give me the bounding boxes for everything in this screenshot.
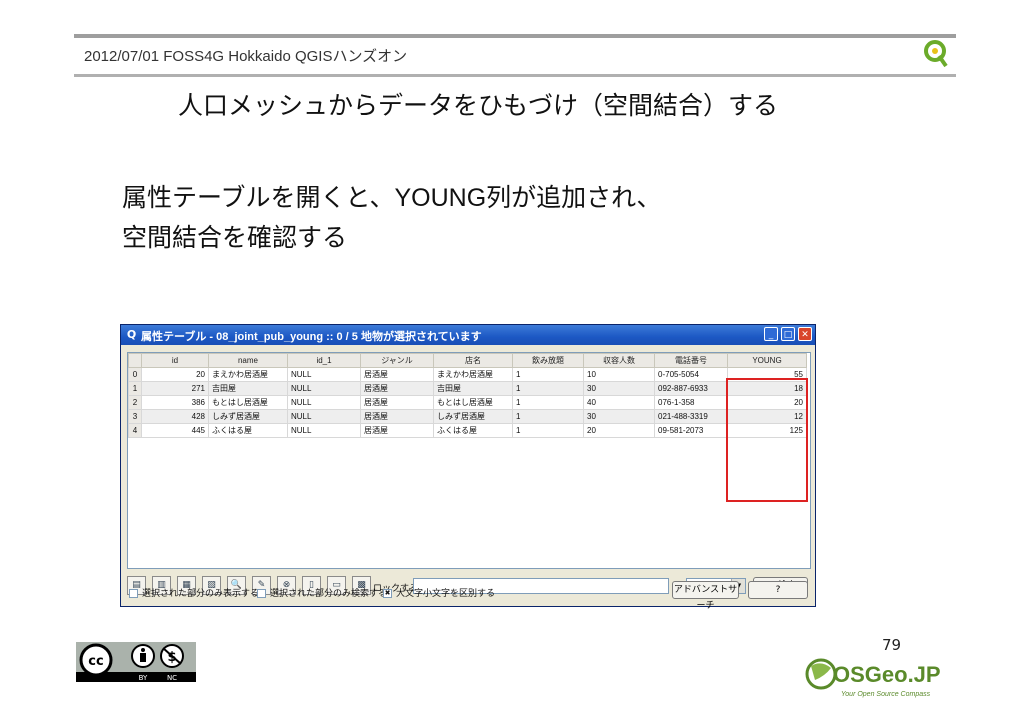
corner-header[interactable] [128,353,142,368]
option-search-selected-only[interactable]: 選択された部分のみ検索する [257,586,387,599]
cell-id_1[interactable]: NULL [287,381,361,396]
row-number[interactable]: 4 [128,423,142,438]
checkbox-search-selected-only[interactable] [257,589,266,598]
cell-phone[interactable]: 09-581-2073 [654,423,728,438]
cell-all-you-can-drink[interactable]: 1 [512,381,584,396]
cell-phone[interactable]: 092-887-6933 [654,381,728,396]
cell-id_1[interactable]: NULL [287,395,361,410]
cell-id_1[interactable]: NULL [287,423,361,438]
header-text: 2012/07/01 FOSS4G Hokkaido QGISハンズオン [84,48,408,65]
cell-id[interactable]: 386 [141,395,209,410]
column-header-name[interactable]: name [208,353,288,368]
cell-all-you-can-drink[interactable]: 1 [512,395,584,410]
column-header-young[interactable]: YOUNG [727,353,807,368]
row-number[interactable]: 2 [128,395,142,410]
option-show-selected-only[interactable]: 選択された部分のみ表示する [129,586,259,599]
attribute-table: id name id_1 ジャンル 店名 飲み放題 収容人数 電話番号 YOUN… [128,353,807,438]
qgis-window-icon: Q [126,328,137,341]
help-button[interactable]: ? [748,581,808,599]
cell-name[interactable]: ふくはる屋 [208,423,288,438]
table-row[interactable]: 1 271 吉田屋 NULL 居酒屋 吉田屋 1 30 092-887-6933… [128,381,807,396]
young-column-highlight [726,378,808,502]
cell-name[interactable]: しみず居酒屋 [208,409,288,424]
cell-all-you-can-drink[interactable]: 1 [512,409,584,424]
qgis-logo-icon [924,40,948,68]
cell-genre[interactable]: 居酒屋 [360,381,434,396]
cell-phone[interactable]: 0-705-5054 [654,367,728,382]
attribute-table-window: Q 属性テーブル - 08_joint_pub_young :: 0 / 5 地… [120,324,816,611]
column-header-id[interactable]: id [141,353,209,368]
cell-genre[interactable]: 居酒屋 [360,409,434,424]
osgeo-jp-logo-text: OSGeo.JP [833,662,941,687]
minimize-button[interactable]: _ [764,327,778,341]
column-header-all-you-can-drink[interactable]: 飲み放題 [512,353,584,368]
cell-capacity[interactable]: 10 [583,367,655,382]
close-button[interactable]: ✕ [798,327,812,341]
creative-commons-by-nc-icon: cc $ BY NC [76,642,196,682]
cell-genre[interactable]: 居酒屋 [360,423,434,438]
option-case-sensitive[interactable]: ✖ 大文字小文字を区別する [383,586,495,599]
cell-all-you-can-drink[interactable]: 1 [512,423,584,438]
cell-name[interactable]: 吉田屋 [208,381,288,396]
column-header-shop-name[interactable]: 店名 [433,353,513,368]
window-titlebar[interactable]: Q 属性テーブル - 08_joint_pub_young :: 0 / 5 地… [121,325,815,345]
cell-capacity[interactable]: 30 [583,409,655,424]
body-line-1: 属性テーブルを開くと、YOUNG列が追加され、 [122,184,662,212]
option-label: 大文字小文字を区別する [396,589,496,599]
column-header-capacity[interactable]: 収容人数 [583,353,655,368]
cell-shop-name[interactable]: しみず居酒屋 [433,409,513,424]
cell-shop-name[interactable]: もとはし居酒屋 [433,395,513,410]
table-header-row: id name id_1 ジャンル 店名 飲み放題 収容人数 電話番号 YOUN… [128,353,807,368]
attribute-grid[interactable]: id name id_1 ジャンル 店名 飲み放題 収容人数 電話番号 YOUN… [127,352,811,569]
cell-name[interactable]: もとはし居酒屋 [208,395,288,410]
cell-id_1[interactable]: NULL [287,367,361,382]
osgeo-jp-logo-icon: OSGeo.JP Your Open Source Compass [805,658,941,698]
table-row[interactable]: 0 20 まえかわ居酒屋 NULL 居酒屋 まえかわ居酒屋 1 10 0-705… [128,367,807,382]
table-row[interactable]: 2 386 もとはし居酒屋 NULL 居酒屋 もとはし居酒屋 1 40 076-… [128,395,807,410]
column-header-id_1[interactable]: id_1 [287,353,361,368]
slide-title: 人口メッシュからデータをひもづけ（空間結合）する [178,92,779,120]
cell-capacity[interactable]: 20 [583,423,655,438]
osgeo-tagline: Your Open Source Compass [841,691,931,698]
table-row[interactable]: 4 445 ふくはる屋 NULL 居酒屋 ふくはる屋 1 20 09-581-2… [128,423,807,438]
cell-name[interactable]: まえかわ居酒屋 [208,367,288,382]
header-stripe [74,34,956,38]
option-label: 選択された部分のみ表示する [142,589,260,599]
cell-phone[interactable]: 076-1-358 [654,395,728,410]
cell-id[interactable]: 428 [141,409,209,424]
cell-id_1[interactable]: NULL [287,409,361,424]
cell-id[interactable]: 271 [141,381,209,396]
checkbox-case-sensitive[interactable]: ✖ [383,589,392,598]
row-number[interactable]: 1 [128,381,142,396]
option-label: 選択された部分のみ検索する [270,589,388,599]
svg-text:cc: cc [88,654,103,669]
maximize-button[interactable]: □ [781,327,795,341]
body-text: 属性テーブルを開くと、YOUNG列が追加され、 空間結合を確認する [122,178,661,258]
row-number[interactable]: 3 [128,409,142,424]
cell-capacity[interactable]: 30 [583,381,655,396]
cell-shop-name[interactable]: まえかわ居酒屋 [433,367,513,382]
cell-genre[interactable]: 居酒屋 [360,395,434,410]
cell-id[interactable]: 445 [141,423,209,438]
cell-genre[interactable]: 居酒屋 [360,367,434,382]
cell-all-you-can-drink[interactable]: 1 [512,367,584,382]
cell-phone[interactable]: 021-488-3319 [654,409,728,424]
cc-by-label: BY [139,674,148,682]
column-header-phone[interactable]: 電話番号 [654,353,728,368]
cc-nc-label: NC [167,674,177,682]
column-header-genre[interactable]: ジャンル [360,353,434,368]
cell-shop-name[interactable]: ふくはる屋 [433,423,513,438]
cell-id[interactable]: 20 [141,367,209,382]
advanced-search-button[interactable]: アドバンストサーチ [672,581,739,611]
row-number[interactable]: 0 [128,367,142,382]
cell-capacity[interactable]: 40 [583,395,655,410]
table-row[interactable]: 3 428 しみず居酒屋 NULL 居酒屋 しみず居酒屋 1 30 021-48… [128,409,807,424]
body-line-2: 空間結合を確認する [122,224,348,252]
checkbox-show-selected-only[interactable] [129,589,138,598]
window-title: 属性テーブル - 08_joint_pub_young :: 0 / 5 地物が… [141,331,482,343]
slide-header: 2012/07/01 FOSS4G Hokkaido QGISハンズオン [74,34,956,77]
cell-shop-name[interactable]: 吉田屋 [433,381,513,396]
